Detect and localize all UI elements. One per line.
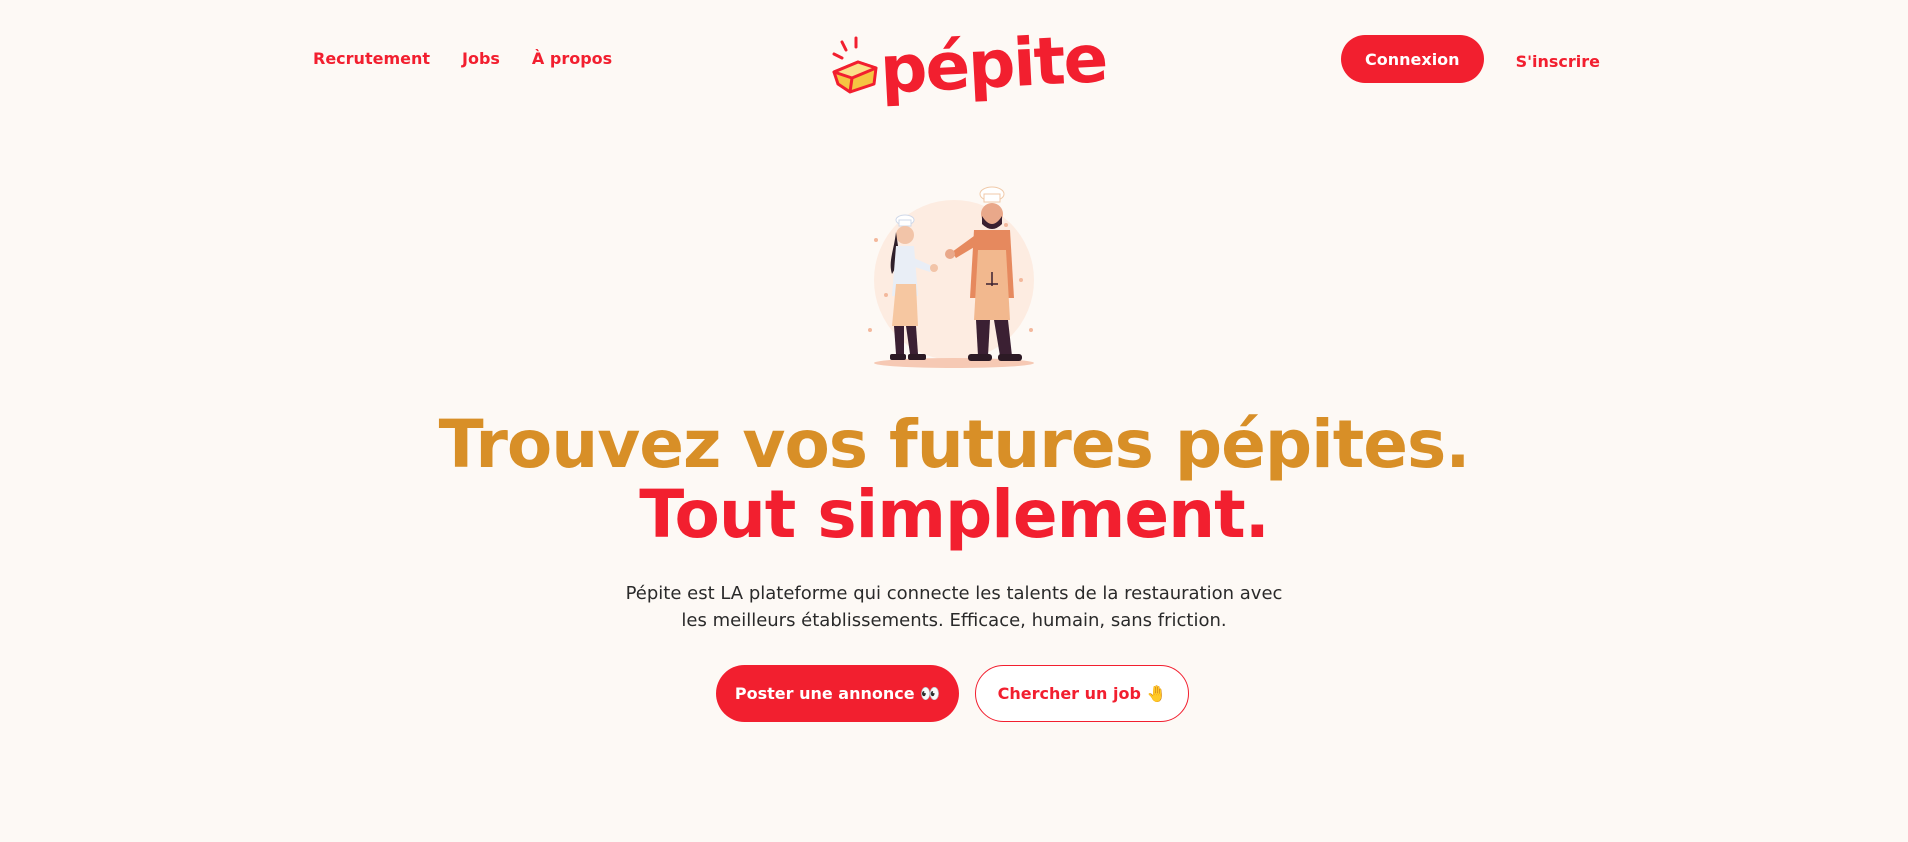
site-header: Recrutement Jobs À propos pépite Connexi… [0,0,1908,120]
signup-link[interactable]: S'inscrire [1516,52,1600,71]
login-button[interactable]: Connexion [1341,35,1484,83]
logo[interactable]: pépite [828,20,1108,109]
logo-wordmark: pépite [878,20,1109,109]
headline-line-2: Tout simplement. [639,476,1270,553]
main-nav: Recrutement Jobs À propos [313,49,612,68]
headline-line-1: Trouvez vos futures pépites. [438,406,1471,483]
chefs-illustration [868,186,1034,368]
subtitle-line-1: Pépite est LA plateforme qui connecte le… [625,583,1283,604]
page: Recrutement Jobs À propos pépite Connexi… [0,0,1908,842]
nav-link-jobs[interactable]: Jobs [462,49,500,68]
search-job-button[interactable]: Chercher un job 🤚 [975,665,1189,722]
hero-headline: Trouvez vos futures pépites. Tout simple… [0,410,1908,550]
nav-link-a-propos[interactable]: À propos [532,49,612,68]
post-listing-button[interactable]: Poster une annonce 👀 [716,665,959,722]
hero-subtitle: Pépite est LA plateforme qui connecte le… [604,580,1304,634]
auth-actions: Connexion S'inscrire [1341,35,1600,83]
subtitle-line-2: les meilleurs établissements. Efficace, … [681,610,1227,631]
cta-row: Poster une annonce 👀 Chercher un job 🤚 [716,665,1189,722]
gold-nugget-icon [832,36,878,94]
nav-link-recrutement[interactable]: Recrutement [313,49,430,68]
